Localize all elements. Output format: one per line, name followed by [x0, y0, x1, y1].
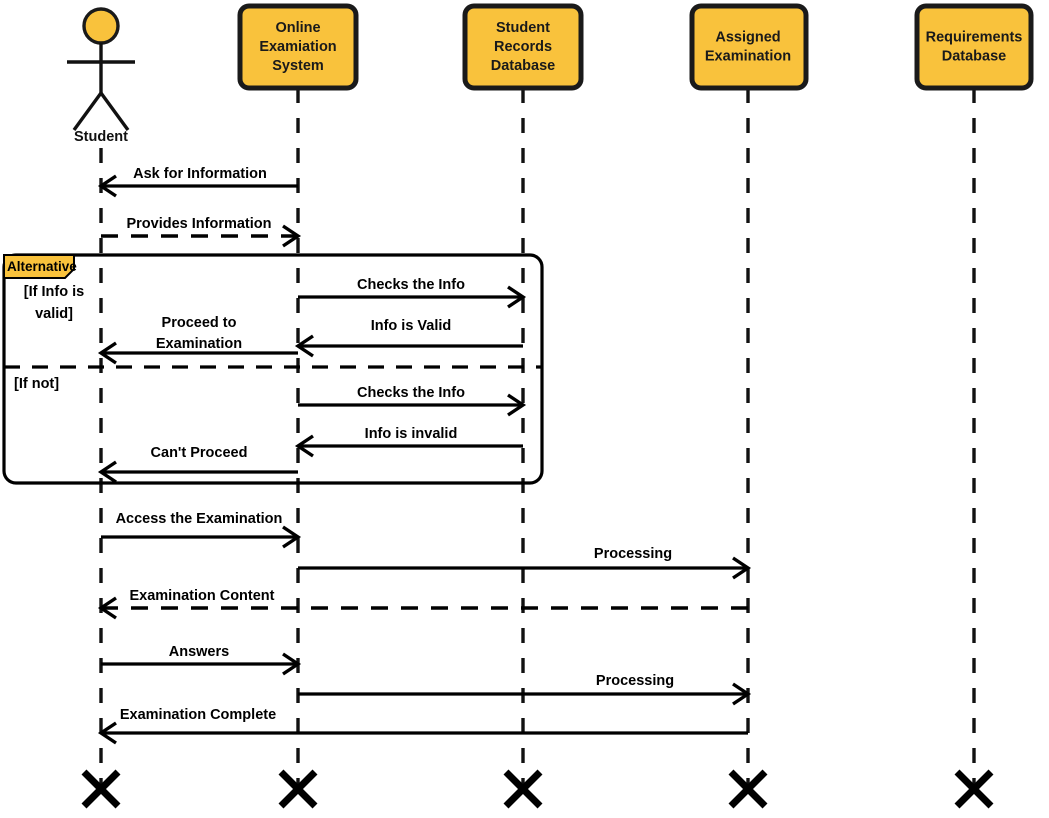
participants-layer: Student Online Examiation System Student Reco… — [67, 3, 1034, 145]
message-answers-m12: Answers — [101, 644, 302, 676]
fragment-kind-label: Alternative — [7, 259, 77, 274]
message-label: Access the Examination — [116, 511, 283, 527]
message-label: Answers — [169, 644, 229, 660]
message-label: Ask for Information — [133, 166, 267, 182]
participant-box[interactable] — [689, 3, 809, 91]
guard-if-not: [If not] — [14, 376, 59, 392]
participant-requirements-database[interactable]: Requirements Database — [914, 3, 1034, 91]
term-online-examination-system — [278, 769, 318, 809]
message-label: Info is invalid — [365, 426, 458, 442]
participant-box[interactable] — [914, 3, 1034, 91]
participant-label: Requirements — [926, 29, 1023, 45]
participant-label: Assigned — [715, 29, 780, 45]
sequence-diagram-svg: Alternative [If Info is valid] [If not] Ask… — [2, 3, 1034, 809]
participant-label: Database — [942, 48, 1006, 64]
term-requirements-database — [954, 769, 994, 809]
message-examination-content-m11: Examination Content — [97, 588, 748, 620]
participant-online-examination-system[interactable]: Online Examiation System — [237, 3, 359, 91]
message-label: Proceed to — [162, 315, 237, 331]
term-student — [81, 769, 121, 809]
term-assigned-examination — [728, 769, 768, 809]
message-label: Examination Content — [129, 588, 274, 604]
participant-label: Records — [494, 39, 552, 55]
terminators-layer — [81, 769, 994, 809]
message-label: Examination Complete — [120, 707, 276, 723]
message-ask-for-information-m1: Ask for Information — [97, 166, 298, 198]
message-label: Can't Proceed — [151, 445, 248, 461]
participant-label: Student — [496, 20, 550, 36]
sequence-diagram-canvas: Alternative [If Info is valid] [If not] Ask… — [0, 0, 1049, 818]
message-proceed-to-examination-m5: Proceed to Examination — [97, 315, 298, 365]
participant-assigned-examination[interactable]: Assigned Examination — [689, 3, 809, 91]
messages-layer: Ask for Information Provides Information C… — [97, 166, 752, 745]
message-checks-the-info-m6: Checks the Info — [298, 385, 527, 417]
message-label: Checks the Info — [357, 385, 465, 401]
message-label: Processing — [594, 546, 672, 562]
message-info-is-invalid-m7: Info is invalid — [294, 426, 523, 458]
participant-label: System — [272, 58, 324, 74]
guard-if-valid: [If Info is valid] — [24, 284, 84, 322]
message-info-is-valid-m4: Info is Valid — [294, 318, 523, 358]
participant-label: Examination — [705, 48, 791, 64]
message-label: Processing — [596, 673, 674, 689]
message-can-t-proceed-m8: Can't Proceed — [97, 445, 298, 484]
fragment-guard-line: valid] — [35, 306, 73, 322]
fragment-guard-line: [If Info is — [24, 284, 84, 300]
actor-leg-right — [99, 91, 130, 132]
actor-head[interactable] — [82, 7, 120, 45]
participant-label: Database — [491, 58, 555, 74]
message-provides-information-m2: Provides Information — [101, 216, 302, 248]
message-label: Info is Valid — [371, 318, 452, 334]
participant-student[interactable]: Student — [67, 7, 135, 145]
participant-label: Student — [74, 129, 128, 145]
participant-label: Examiation — [259, 39, 336, 55]
message-label: Examination — [156, 336, 242, 352]
participant-student-records-database[interactable]: Student Records Database — [462, 3, 584, 91]
message-label: Provides Information — [126, 216, 271, 232]
message-label: Checks the Info — [357, 277, 465, 293]
participant-label: Online — [275, 20, 320, 36]
term-student-records-database — [503, 769, 543, 809]
message-access-the-examination-m9: Access the Examination — [101, 511, 302, 549]
message-examination-complete-m14: Examination Complete — [97, 707, 748, 745]
actor-leg-left — [72, 91, 103, 132]
fragment-guard-line: [If not] — [14, 376, 59, 392]
message-checks-the-info-m3: Checks the Info — [298, 277, 527, 309]
